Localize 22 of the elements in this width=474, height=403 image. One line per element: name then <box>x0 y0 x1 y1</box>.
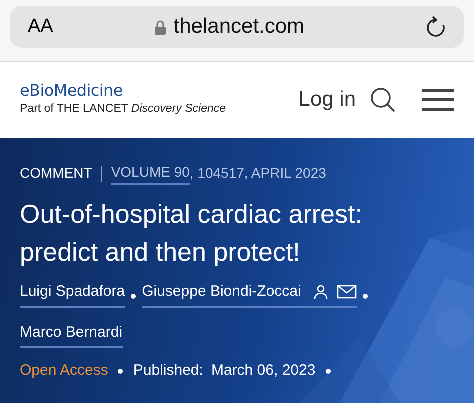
author-link[interactable]: Luigi Spadafora <box>20 281 126 304</box>
text-size-button[interactable]: AA <box>28 12 54 42</box>
login-link[interactable]: Log in <box>298 84 356 116</box>
journal-tagline: Part of THE LANCET Discovery Science <box>20 102 226 118</box>
article-type: COMMENT <box>20 164 92 183</box>
published-label: Published: <box>133 361 204 381</box>
open-access-label: Open Access <box>20 361 108 381</box>
url-text: thelancet.com <box>174 14 305 40</box>
published-date: March 06, 2023 <box>211 361 316 381</box>
author-link[interactable]: Marco Bernardi <box>20 322 123 344</box>
lock-icon <box>154 20 166 34</box>
author-link[interactable]: Giuseppe Biondi-Zoccai <box>142 281 302 304</box>
issue-info: , 104517, APRIL 2023 <box>190 164 326 183</box>
menu-icon[interactable] <box>422 89 454 111</box>
volume-link[interactable]: VOLUME 90 <box>111 162 190 185</box>
journal-logo[interactable]: eBioMedicine <box>20 81 226 102</box>
address-bar[interactable]: AA thelancet.com <box>10 6 464 48</box>
mail-icon[interactable] <box>337 285 358 300</box>
search-icon[interactable] <box>370 87 396 113</box>
article-title: Out-of-hospital cardiac arrest: predict and then protect! <box>20 198 364 269</box>
person-icon[interactable] <box>313 284 330 300</box>
reload-icon[interactable] <box>426 16 446 38</box>
